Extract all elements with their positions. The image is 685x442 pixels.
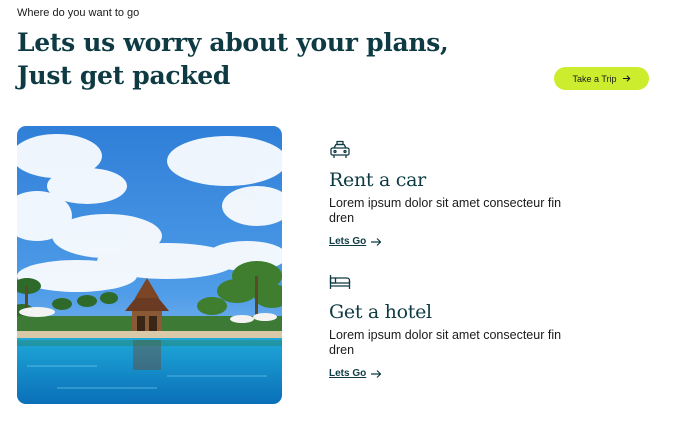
- get-a-hotel-title: Get a hotel: [329, 301, 432, 323]
- page-title-line-1: Lets us worry about your plans,: [17, 28, 449, 57]
- eyebrow-text: Where do you want to go: [17, 7, 140, 19]
- page-title: Lets us worry about your plans, Just get…: [17, 26, 449, 92]
- rent-a-car-lets-go-link[interactable]: Lets Go: [329, 236, 382, 247]
- bed-icon: [329, 275, 351, 289]
- arrow-right-icon: [622, 75, 630, 82]
- resort-pool-image: [17, 126, 282, 404]
- arrow-right-icon: [371, 237, 382, 246]
- take-a-trip-label: Take a Trip: [572, 73, 617, 84]
- arrow-right-icon: [371, 369, 382, 378]
- get-a-hotel-description: Lorem ipsum dolor sit amet consecteur fi…: [329, 328, 562, 357]
- rent-a-car-card: Rent a car Lorem ipsum dolor sit amet co…: [329, 140, 589, 249]
- take-a-trip-button[interactable]: Take a Trip: [554, 67, 649, 90]
- get-a-hotel-card: Get a hotel Lorem ipsum dolor sit amet c…: [329, 272, 589, 381]
- lets-go-label: Lets Go: [329, 368, 367, 379]
- get-a-hotel-lets-go-link[interactable]: Lets Go: [329, 368, 382, 379]
- lets-go-label: Lets Go: [329, 236, 367, 247]
- car-icon: [330, 140, 350, 158]
- page-title-line-2: Just get packed: [17, 61, 231, 90]
- rent-a-car-title: Rent a car: [329, 169, 426, 191]
- rent-a-car-description: Lorem ipsum dolor sit amet consecteur fi…: [329, 196, 562, 225]
